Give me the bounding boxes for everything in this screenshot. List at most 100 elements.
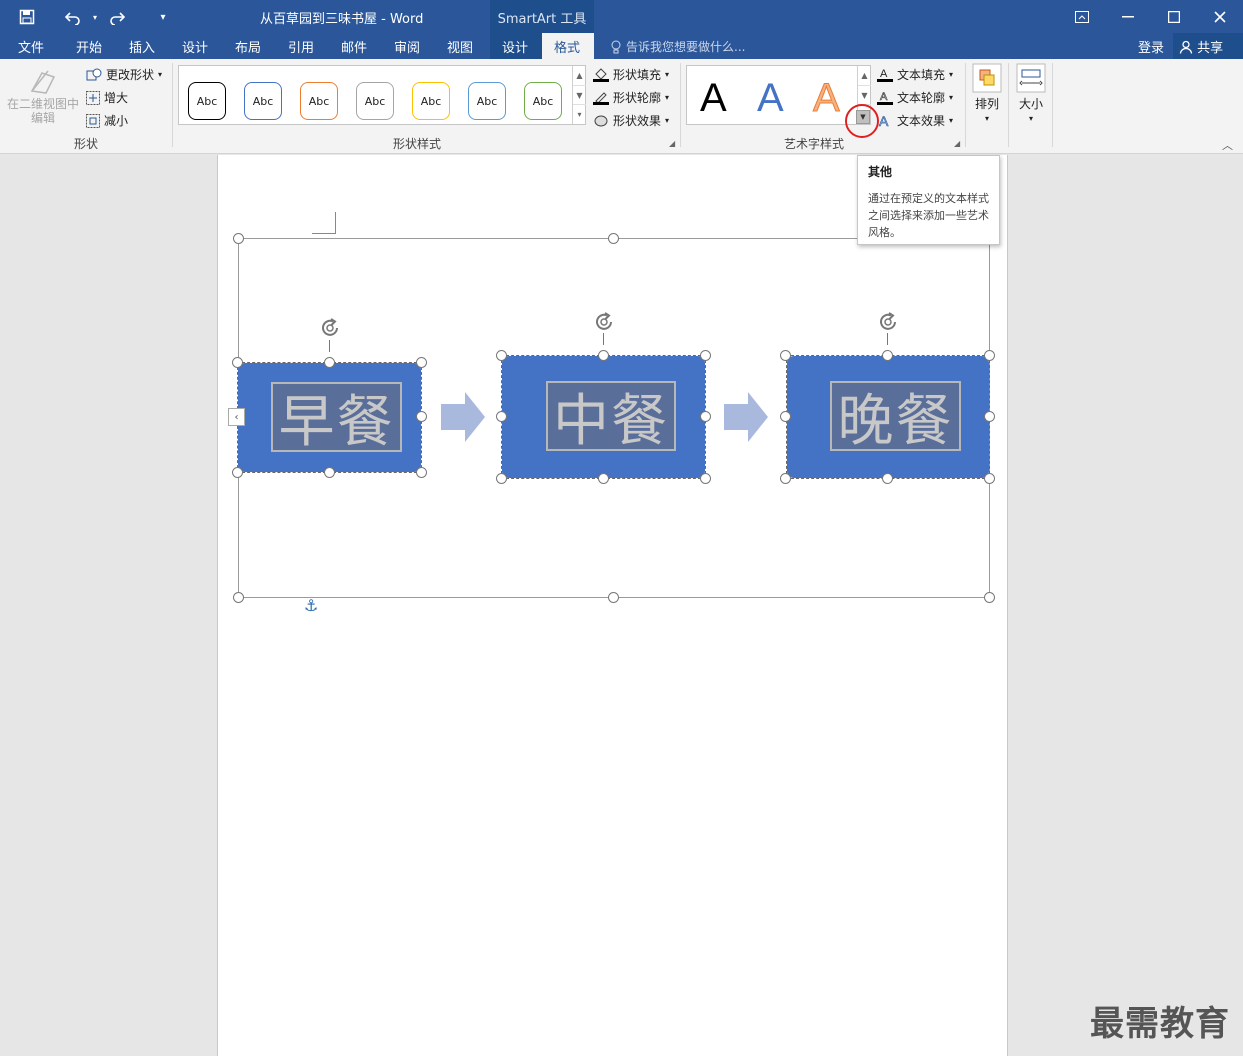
text-fill-button[interactable]: A 文本填充 ▾ [877, 66, 953, 83]
shape-styles-gallery[interactable]: Abc Abc Abc Abc Abc Abc Abc ▲ ▼ ▾ [178, 65, 586, 125]
person-icon [1179, 40, 1193, 54]
wordart-style-blue[interactable]: A [757, 76, 784, 121]
redo-icon[interactable] [104, 6, 130, 28]
text-outline-button[interactable]: A 文本轮廓 ▾ [877, 89, 953, 106]
node-handle[interactable] [496, 411, 507, 422]
rotate-handle-icon[interactable] [876, 310, 900, 334]
close-icon[interactable] [1197, 0, 1243, 33]
node-handle[interactable] [496, 350, 507, 361]
chevron-down-icon: ▾ [665, 93, 670, 102]
node-handle[interactable] [700, 411, 711, 422]
rotate-handle-icon[interactable] [318, 316, 342, 340]
node-handle[interactable] [780, 473, 791, 484]
edit-in-2d-button[interactable]: 在二维视图中编辑 [6, 67, 80, 125]
node-handle[interactable] [324, 357, 335, 368]
shape-effects-icon [594, 115, 608, 126]
anchor-icon[interactable]: ⚓ [304, 596, 318, 615]
tab-file[interactable]: 文件 [18, 37, 44, 56]
node-text[interactable]: 晚餐 [830, 381, 961, 454]
node-handle[interactable] [882, 473, 893, 484]
resize-handle[interactable] [984, 592, 995, 603]
dialog-launcher-icon[interactable]: ◢ [669, 139, 675, 148]
node-handle[interactable] [984, 350, 995, 361]
node-handle[interactable] [496, 473, 507, 484]
undo-dropdown-icon[interactable]: ▾ [90, 6, 100, 28]
size-button[interactable]: 大小 ▾ [1014, 63, 1048, 123]
group-divider [680, 63, 681, 147]
undo-icon[interactable] [60, 6, 86, 28]
tab-view[interactable]: 视图 [447, 37, 473, 56]
gallery-scroll-down-icon[interactable]: ▼ [858, 86, 871, 106]
change-shape-button[interactable]: 更改形状 ▾ [86, 66, 162, 83]
sign-in-link[interactable]: 登录 [1138, 37, 1164, 56]
shape-effects-button[interactable]: 形状效果 ▾ [593, 112, 669, 129]
tell-me-search[interactable]: 告诉我您想要做什么... [610, 38, 745, 55]
arrange-button[interactable]: 排列 ▾ [970, 63, 1004, 123]
tab-review[interactable]: 审阅 [394, 37, 420, 56]
collapse-ribbon-icon[interactable]: ︿ [1222, 137, 1233, 153]
customize-qat-icon[interactable]: ▾ [150, 6, 176, 28]
resize-handle[interactable] [233, 592, 244, 603]
node-handle[interactable] [984, 473, 995, 484]
node-handle[interactable] [232, 357, 243, 368]
shape-style-thumb[interactable]: Abc [244, 82, 282, 120]
ribbon-display-options-icon[interactable] [1059, 0, 1105, 33]
gallery-scroll-up-icon[interactable]: ▲ [858, 66, 871, 86]
node-handle[interactable] [780, 350, 791, 361]
resize-handle[interactable] [608, 592, 619, 603]
shape-style-thumb[interactable]: Abc [524, 82, 562, 120]
node-handle[interactable] [416, 467, 427, 478]
node-handle[interactable] [598, 473, 609, 484]
node-handle[interactable] [882, 350, 893, 361]
node-text[interactable]: 中餐 [546, 381, 676, 454]
shape-outline-button[interactable]: 形状轮廓 ▾ [593, 89, 669, 106]
node-handle[interactable] [700, 350, 711, 361]
larger-button[interactable]: 增大 [86, 89, 128, 106]
node-handle[interactable] [324, 467, 335, 478]
shape-style-thumb[interactable]: Abc [188, 82, 226, 120]
dialog-launcher-icon[interactable]: ◢ [954, 139, 960, 148]
text-pane-toggle[interactable]: ‹ [228, 408, 245, 426]
shape-style-thumb[interactable]: Abc [412, 82, 450, 120]
shape-style-thumb[interactable]: Abc [300, 82, 338, 120]
maximize-icon[interactable] [1151, 0, 1197, 33]
shape-style-thumb[interactable]: Abc [468, 82, 506, 120]
tab-mailings[interactable]: 邮件 [341, 37, 367, 56]
node-handle[interactable] [416, 357, 427, 368]
wordart-style-orange[interactable]: A [813, 76, 841, 121]
save-icon[interactable] [14, 6, 40, 28]
rotation-stem [329, 340, 330, 352]
minimize-icon[interactable] [1105, 0, 1151, 33]
paint-bucket-icon [593, 68, 609, 82]
arrange-label: 排列 [974, 97, 999, 111]
text-effects-button[interactable]: A 文本效果 ▾ [877, 112, 953, 129]
node-handle[interactable] [232, 467, 243, 478]
node-handle[interactable] [598, 350, 609, 361]
node-handle[interactable] [984, 411, 995, 422]
resize-handle[interactable] [608, 233, 619, 244]
tab-insert[interactable]: 插入 [129, 37, 155, 56]
tab-references[interactable]: 引用 [288, 37, 314, 56]
gallery-scrollbar[interactable]: ▲ ▼ ▾ [572, 66, 586, 124]
gallery-scroll-down-icon[interactable]: ▼ [573, 86, 586, 106]
shape-fill-button[interactable]: 形状填充 ▾ [593, 66, 669, 83]
smaller-button[interactable]: 减小 [86, 112, 128, 129]
tab-layout[interactable]: 布局 [235, 37, 261, 56]
node-handle[interactable] [780, 411, 791, 422]
share-button[interactable]: 共享 [1173, 33, 1243, 59]
shape-style-thumb[interactable]: Abc [356, 82, 394, 120]
node-text[interactable]: 早餐 [271, 382, 402, 455]
wordart-styles-gallery[interactable]: A A A ▲ ▼ [686, 65, 871, 125]
tab-design[interactable]: 设计 [182, 37, 208, 56]
node-handle[interactable] [416, 411, 427, 422]
wordart-style-black[interactable]: A [700, 76, 727, 121]
node-handle[interactable] [700, 473, 711, 484]
gallery-more-icon[interactable]: ▾ [573, 105, 586, 124]
resize-handle[interactable] [233, 233, 244, 244]
gallery-scroll-up-icon[interactable]: ▲ [573, 66, 586, 86]
tab-home[interactable]: 开始 [76, 37, 102, 56]
tab-smartart-format[interactable]: 格式 [542, 33, 594, 59]
rotate-handle-icon[interactable] [592, 310, 616, 334]
tab-smartart-design[interactable]: 设计 [490, 33, 542, 59]
size-label: 大小 [1018, 97, 1043, 111]
